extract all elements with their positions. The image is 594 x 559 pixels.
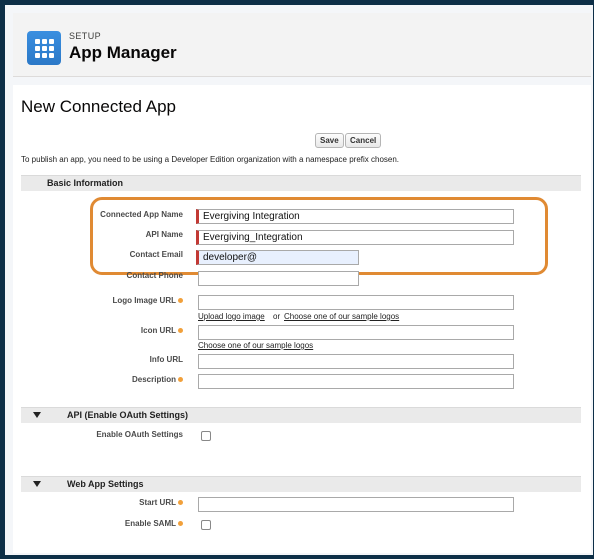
description-label: Description xyxy=(33,375,183,384)
choose-sample-logos-link[interactable]: Choose one of our sample logos xyxy=(284,312,399,321)
save-button[interactable]: Save xyxy=(315,133,344,148)
highlight-annotation xyxy=(90,197,548,275)
contact-phone-label: Contact Phone xyxy=(126,271,183,280)
collapse-triangle-icon[interactable] xyxy=(33,481,41,487)
info-icon xyxy=(178,500,183,506)
setup-header: SETUP App Manager xyxy=(13,13,591,77)
api-section[interactable]: API (Enable OAuth Settings) xyxy=(21,407,581,423)
section-label: API (Enable OAuth Settings) xyxy=(67,410,189,420)
info-url-input[interactable] xyxy=(198,354,514,369)
info-url-label: Info URL xyxy=(149,355,183,364)
collapse-triangle-icon[interactable] xyxy=(33,412,41,418)
basic-information-section: Basic Information xyxy=(21,175,581,191)
start-url-label: Start URL xyxy=(33,498,183,507)
main-panel: New Connected App Save Cancel To publish… xyxy=(13,85,591,553)
icon-url-input[interactable] xyxy=(198,325,514,340)
or-text: or xyxy=(273,312,281,321)
info-icon xyxy=(178,328,183,334)
page-title: New Connected App xyxy=(21,97,176,116)
logo-image-url-input[interactable] xyxy=(198,295,514,310)
section-label: Web App Settings xyxy=(67,479,144,489)
logo-image-url-label: Logo Image URL xyxy=(33,296,183,305)
start-url-input[interactable] xyxy=(198,497,514,512)
info-icon xyxy=(178,298,183,304)
section-label: Basic Information xyxy=(47,178,124,188)
enable-saml-label: Enable SAML xyxy=(33,519,183,528)
window-frame: SETUP App Manager New Connected App Save… xyxy=(5,5,593,555)
setup-label: SETUP xyxy=(69,31,102,41)
enable-saml-checkbox[interactable] xyxy=(201,520,211,530)
info-icon xyxy=(178,521,183,527)
cancel-button[interactable]: Cancel xyxy=(345,133,382,148)
description-input[interactable] xyxy=(198,374,514,389)
choose-sample-icons-link[interactable]: Choose one of our sample logos xyxy=(198,341,313,350)
enable-oauth-label: Enable OAuth Settings xyxy=(96,430,183,439)
web-app-settings-section[interactable]: Web App Settings xyxy=(21,476,581,492)
info-icon xyxy=(178,377,183,383)
header-title: App Manager xyxy=(69,43,177,62)
enable-oauth-checkbox[interactable] xyxy=(201,431,211,441)
app-launcher-grid-icon xyxy=(27,31,61,65)
intro-text: To publish an app, you need to be using … xyxy=(21,155,400,164)
upload-logo-link[interactable]: Upload logo image xyxy=(198,312,265,321)
icon-url-label: Icon URL xyxy=(33,326,183,335)
contact-phone-input[interactable] xyxy=(198,271,359,286)
